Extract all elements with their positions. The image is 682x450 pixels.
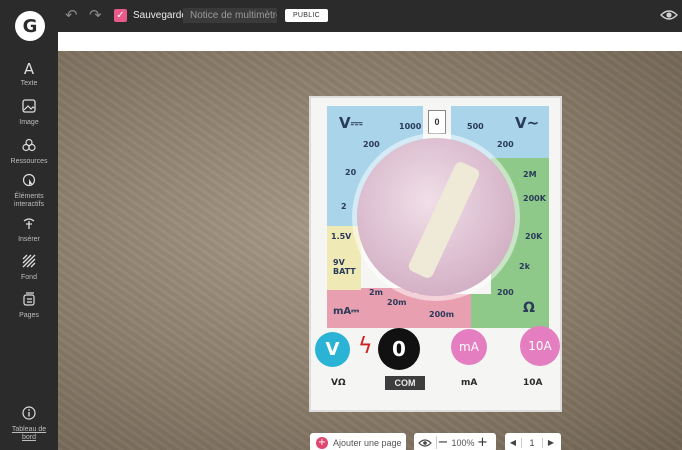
zoom-control: − 100% +	[414, 433, 496, 450]
prev-page-icon[interactable]: ◀	[505, 438, 521, 447]
off-position: 0	[428, 110, 446, 134]
interactive-icon	[0, 173, 58, 191]
range-2m: 2M	[523, 170, 537, 179]
sidebar-item-label: Ressources	[10, 158, 48, 165]
sidebar-item-dashboard[interactable]: Tableau de bord	[0, 406, 58, 442]
range-200-ac: 200	[497, 140, 514, 149]
zoom-in-button[interactable]: +	[477, 435, 488, 450]
range-1000: 1000	[399, 122, 422, 131]
page-navigation: ◀ 1 ▶	[505, 433, 561, 450]
zoom-out-button[interactable]: −	[437, 435, 449, 450]
saved-status: Sauvegardé	[133, 10, 187, 21]
sidebar-item-ressources[interactable]: Ressources	[0, 138, 58, 166]
add-page-label: Ajouter une page	[333, 437, 402, 448]
range-2: 2	[341, 202, 347, 211]
text-icon: A	[23, 60, 35, 78]
pages-icon	[0, 292, 58, 310]
ohm-symbol: Ω	[523, 300, 535, 316]
hotspot-v[interactable]: V	[315, 332, 350, 367]
com-terminal-label: COM	[385, 376, 425, 390]
range-2k: 2k	[519, 262, 530, 271]
v-ohm-terminal-label: VΩ	[331, 378, 346, 388]
plus-icon: +	[316, 436, 328, 449]
sidebar-item-inserer[interactable]: Insérer	[0, 216, 58, 244]
saved-check-icon: ✓	[114, 9, 127, 22]
dial-pointer	[406, 160, 482, 280]
selector-dial[interactable]	[357, 138, 515, 296]
range-20k: 20K	[525, 232, 543, 241]
sidebar-item-elements-interactifs[interactable]: Éléments interactifs	[0, 173, 58, 209]
range-500: 500	[467, 122, 484, 131]
format-bar	[58, 32, 682, 51]
visibility-button[interactable]: PUBLIC	[285, 9, 328, 22]
range-200k: 200K	[523, 194, 546, 203]
zoom-level: 100%	[451, 437, 475, 448]
lightning-icon: ϟ	[358, 334, 373, 359]
ma-terminal-label: mA	[461, 378, 478, 388]
range-20m: 20m	[387, 298, 407, 307]
ohm-zone	[471, 294, 549, 328]
image-icon	[0, 99, 58, 117]
page-number: 1	[521, 437, 543, 448]
sidebar-item-pages[interactable]: Pages	[0, 292, 58, 320]
sidebar-item-label: Fond	[21, 274, 37, 281]
sidebar-item-label: Pages	[19, 312, 39, 319]
hotspot-zero[interactable]: 0	[378, 328, 420, 370]
undo-icon[interactable]: ↶	[65, 7, 78, 23]
top-toolbar: ↶ ↷ ✓ Sauvegardé PUBLIC	[0, 0, 682, 30]
add-page-button[interactable]: + Ajouter une page	[310, 433, 406, 450]
range-200-dc: 200	[363, 140, 380, 149]
10a-terminal-label: 10A	[523, 378, 543, 388]
sidebar-item-label: Image	[19, 119, 39, 126]
sidebar-item-label: Insérer	[18, 236, 40, 243]
ma-dc-label: mA⎓	[333, 306, 360, 317]
sidebar-item-fond[interactable]: Fond	[0, 254, 58, 282]
resources-icon	[0, 138, 58, 156]
preview-eye-icon[interactable]	[660, 8, 678, 22]
range-20: 20	[345, 168, 357, 177]
battery-9v-label: 9V BATT	[333, 258, 356, 276]
app-logo[interactable]: G	[15, 11, 45, 41]
document-title-input[interactable]	[183, 8, 277, 23]
preview-eye-icon[interactable]	[414, 438, 436, 448]
sidebar-item-image[interactable]: Image	[0, 99, 58, 127]
background-icon	[0, 254, 58, 272]
insert-icon	[0, 216, 58, 234]
terminal-labels: VΩ COM mA 10A	[311, 370, 560, 410]
battery-1-5v-label: 1.5V	[331, 232, 352, 241]
range-200-ohm: 200	[497, 288, 514, 297]
sidebar: A Texte Image Ressources Éléments intera…	[0, 30, 58, 450]
multimeter-image[interactable]: V⎓ V~ 1000 500 200 200 20 2 2M 200K 20K …	[309, 96, 562, 412]
sidebar-item-label: Texte	[20, 80, 38, 87]
v-dc-label: V⎓	[339, 114, 363, 132]
redo-icon[interactable]: ↷	[89, 7, 102, 23]
range-200m: 200m	[429, 310, 455, 319]
dashboard-link[interactable]: Tableau de bord	[9, 426, 49, 442]
sidebar-item-texte[interactable]: A Texte	[0, 60, 58, 88]
hotspot-ma[interactable]: mA	[451, 329, 487, 365]
range-2m-ma: 2m	[369, 288, 383, 297]
info-icon	[0, 406, 58, 424]
v-ac-label: V~	[515, 114, 540, 132]
sidebar-item-label: Éléments interactifs	[14, 193, 44, 208]
next-page-icon[interactable]: ▶	[543, 438, 559, 447]
hotspot-10a[interactable]: 10A	[520, 326, 560, 366]
